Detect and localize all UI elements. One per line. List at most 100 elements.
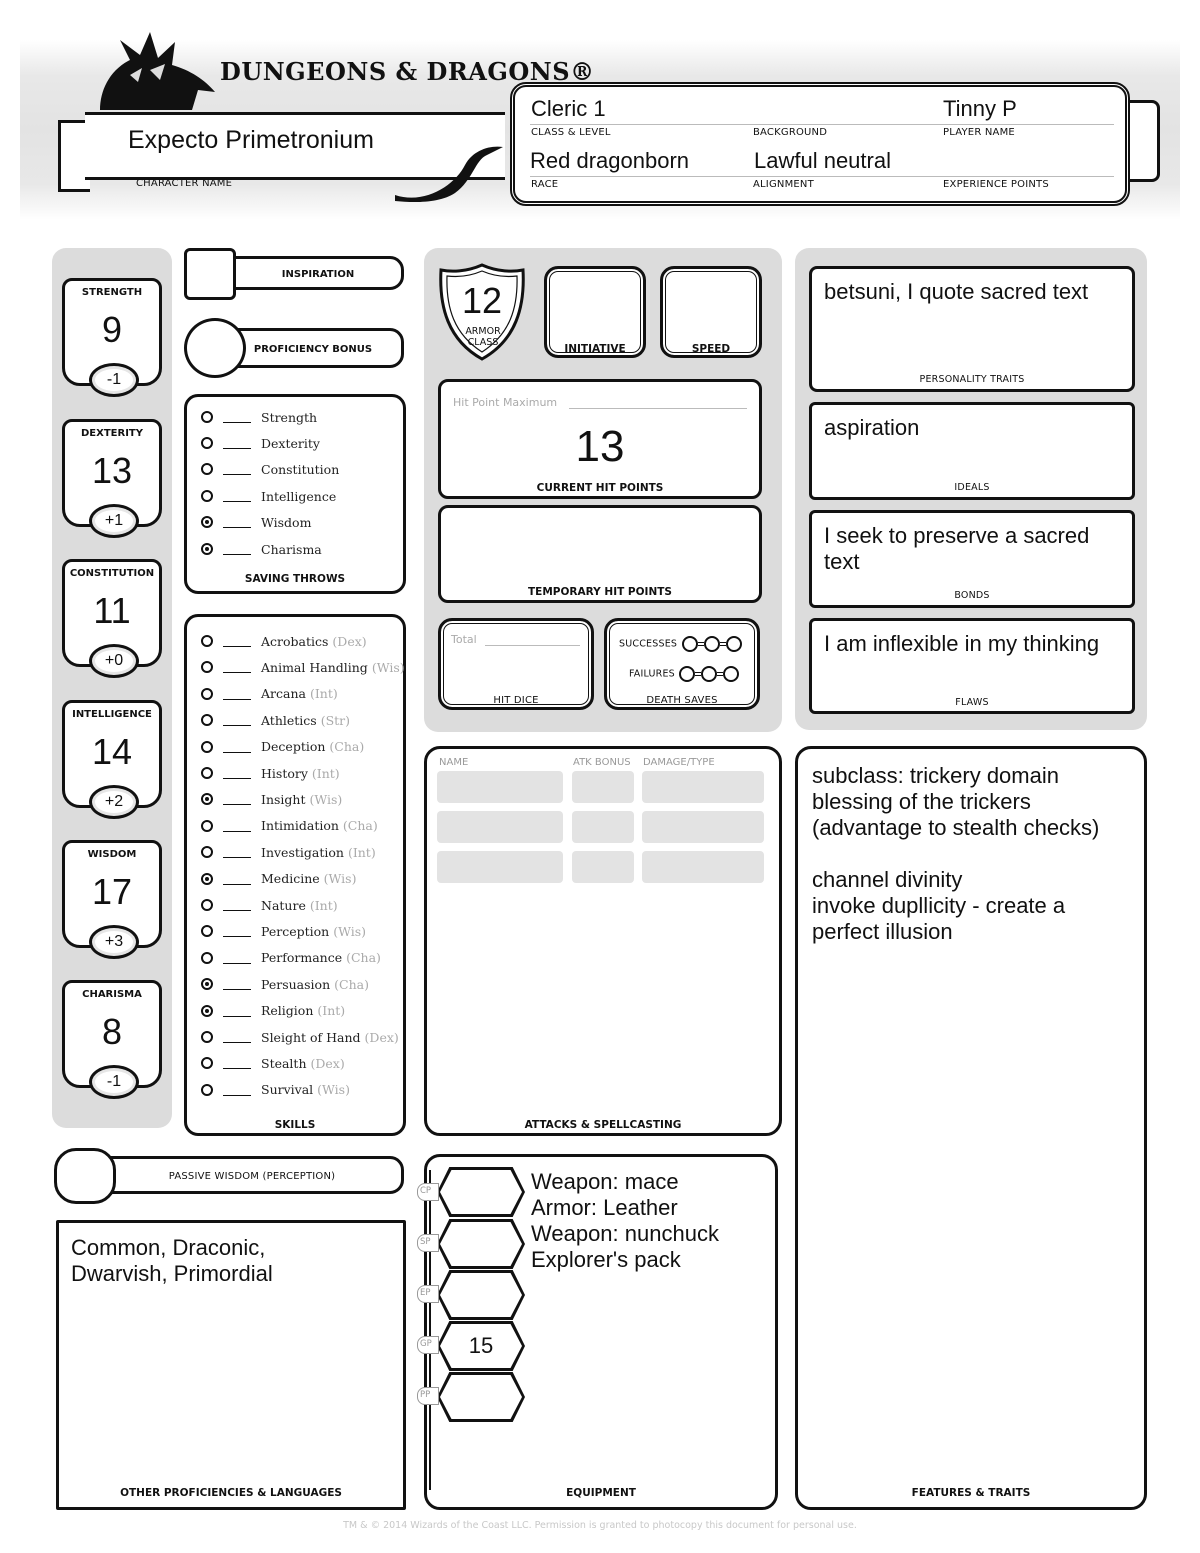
ability-score[interactable]: 13 — [65, 450, 159, 492]
proficiency-bubble-filled[interactable] — [201, 872, 213, 885]
skill-row[interactable]: Survival (Wis) — [201, 1080, 350, 1100]
failure-checkbox[interactable] — [679, 665, 696, 682]
ideals-box[interactable]: aspiration IDEALS — [809, 402, 1135, 500]
failure-checkbox[interactable] — [723, 665, 740, 682]
proficiency-bubble-filled[interactable] — [201, 793, 213, 806]
proficiency-bubble[interactable] — [201, 1083, 213, 1096]
skill-row[interactable]: Athletics (Str) — [201, 710, 350, 730]
proficiency-bubble[interactable] — [201, 687, 213, 700]
saving-throw-value[interactable] — [223, 516, 251, 528]
ability-modifier[interactable]: +2 — [89, 785, 139, 819]
skill-row[interactable]: Nature (Int) — [201, 895, 338, 915]
skill-row[interactable]: Persuasion (Cha) — [201, 974, 369, 994]
skill-value[interactable] — [223, 741, 251, 753]
coin-cp-field[interactable] — [440, 1170, 522, 1214]
proficiency-bubble-filled[interactable] — [201, 543, 213, 555]
coin-gp-field[interactable]: 15 — [440, 1324, 522, 1368]
attack-damage-cell[interactable] — [642, 851, 764, 883]
skill-value[interactable] — [223, 767, 251, 779]
saving-throw-value[interactable] — [223, 463, 251, 475]
ability-modifier[interactable]: +3 — [89, 925, 139, 959]
ability-score[interactable]: 9 — [65, 309, 159, 351]
ability-score[interactable]: 8 — [65, 1011, 159, 1053]
proficiency-bubble[interactable] — [201, 899, 213, 911]
skill-value[interactable] — [223, 793, 251, 806]
saving-throw-row[interactable]: Strength — [201, 407, 317, 427]
attack-bonus-cell[interactable] — [572, 771, 634, 803]
class-level-field[interactable]: Cleric 1 — [531, 96, 606, 122]
initiative-box[interactable]: INITIATIVE — [544, 266, 646, 358]
skill-value[interactable] — [223, 925, 251, 938]
saving-throw-value[interactable] — [223, 437, 251, 449]
speed-box[interactable]: SPEED — [660, 266, 762, 358]
saving-throw-row[interactable]: Charisma — [201, 539, 322, 559]
proficiency-bonus-field[interactable] — [184, 318, 246, 378]
personality-traits-text[interactable]: betsuni, I quote sacred text — [824, 279, 1088, 305]
skill-value[interactable] — [223, 1084, 251, 1096]
skill-row[interactable]: Investigation (Int) — [201, 842, 376, 862]
skill-row[interactable]: Stealth (Dex) — [201, 1053, 345, 1073]
skill-value[interactable] — [223, 714, 251, 727]
coin-sp-field[interactable] — [440, 1222, 522, 1266]
skill-row[interactable]: Arcana (Int) — [201, 684, 338, 704]
skill-row[interactable]: Religion (Int) — [201, 1001, 345, 1021]
proficiency-bubble[interactable] — [201, 463, 213, 475]
hit-dice-total-field[interactable] — [485, 645, 580, 646]
skill-value[interactable] — [223, 1005, 251, 1017]
proficiency-bubble[interactable] — [201, 819, 213, 832]
coin-ep-field[interactable] — [440, 1273, 522, 1317]
skill-value[interactable] — [223, 978, 251, 991]
character-name-field[interactable]: Expecto Primetronium — [128, 126, 374, 155]
attack-bonus-cell[interactable] — [572, 811, 634, 843]
proficiency-bubble[interactable] — [201, 490, 213, 502]
features-traits-text[interactable]: subclass: trickery domain blessing of th… — [812, 763, 1099, 945]
current-hit-points-box[interactable]: Hit Point Maximum 13 CURRENT HIT POINTS — [438, 379, 762, 499]
skill-value[interactable] — [223, 899, 251, 911]
saving-throw-row[interactable]: Wisdom — [201, 512, 311, 532]
success-checkbox[interactable] — [681, 635, 698, 652]
failure-checkbox[interactable] — [701, 665, 718, 682]
proficiency-bubble[interactable] — [201, 740, 213, 753]
skill-row[interactable]: Deception (Cha) — [201, 737, 364, 757]
proficiency-bubble[interactable] — [201, 1057, 213, 1070]
skill-value[interactable] — [223, 846, 251, 859]
skill-value[interactable] — [223, 1057, 251, 1070]
saving-throw-row[interactable]: Dexterity — [201, 433, 320, 453]
hit-dice-box[interactable]: Total HIT DICE — [438, 618, 594, 710]
coin-pp-field[interactable] — [440, 1375, 522, 1419]
ability-modifier[interactable]: -1 — [89, 1065, 139, 1099]
proficiency-bubble-filled[interactable] — [201, 516, 213, 528]
skill-value[interactable] — [223, 661, 251, 674]
other-proficiencies-text[interactable]: Common, Draconic, Dwarvish, Primordial — [71, 1235, 273, 1287]
skill-value[interactable] — [223, 820, 251, 832]
ability-modifier[interactable]: +1 — [89, 504, 139, 538]
skill-row[interactable]: Insight (Wis) — [201, 789, 342, 809]
attack-bonus-cell[interactable] — [572, 851, 634, 883]
proficiency-bubble[interactable] — [201, 411, 213, 423]
saving-throw-row[interactable]: Constitution — [201, 459, 339, 479]
bonds-text[interactable]: I seek to preserve a sacred text — [824, 523, 1089, 575]
temporary-hit-points-box[interactable]: TEMPORARY HIT POINTS — [438, 505, 762, 603]
race-field[interactable]: Red dragonborn — [530, 148, 689, 174]
flaws-text[interactable]: I am inflexible in my thinking — [824, 631, 1099, 657]
alignment-field[interactable]: Lawful neutral — [754, 148, 891, 174]
attack-name-cell[interactable] — [437, 771, 563, 803]
attack-damage-cell[interactable] — [642, 811, 764, 843]
ability-modifier[interactable]: -1 — [89, 363, 139, 397]
armor-class-field[interactable]: 12 — [436, 280, 528, 322]
ability-score[interactable]: 17 — [65, 871, 159, 913]
skill-value[interactable] — [223, 688, 251, 700]
skill-row[interactable]: History (Int) — [201, 763, 340, 783]
saving-throw-row[interactable]: Intelligence — [201, 486, 336, 506]
equipment-text[interactable]: Weapon: mace Armor: Leather Weapon: nunc… — [531, 1169, 719, 1273]
ability-score[interactable]: 14 — [65, 731, 159, 773]
hit-point-maximum-field[interactable] — [569, 408, 747, 409]
skill-row[interactable]: Intimidation (Cha) — [201, 816, 378, 836]
proficiency-bubble[interactable] — [201, 437, 213, 449]
success-checkbox[interactable] — [703, 635, 720, 652]
passive-wisdom-field[interactable] — [54, 1148, 116, 1204]
attack-damage-cell[interactable] — [642, 771, 764, 803]
attack-name-cell[interactable] — [437, 851, 563, 883]
ideals-text[interactable]: aspiration — [824, 415, 919, 441]
proficiency-bubble-filled[interactable] — [201, 978, 213, 991]
